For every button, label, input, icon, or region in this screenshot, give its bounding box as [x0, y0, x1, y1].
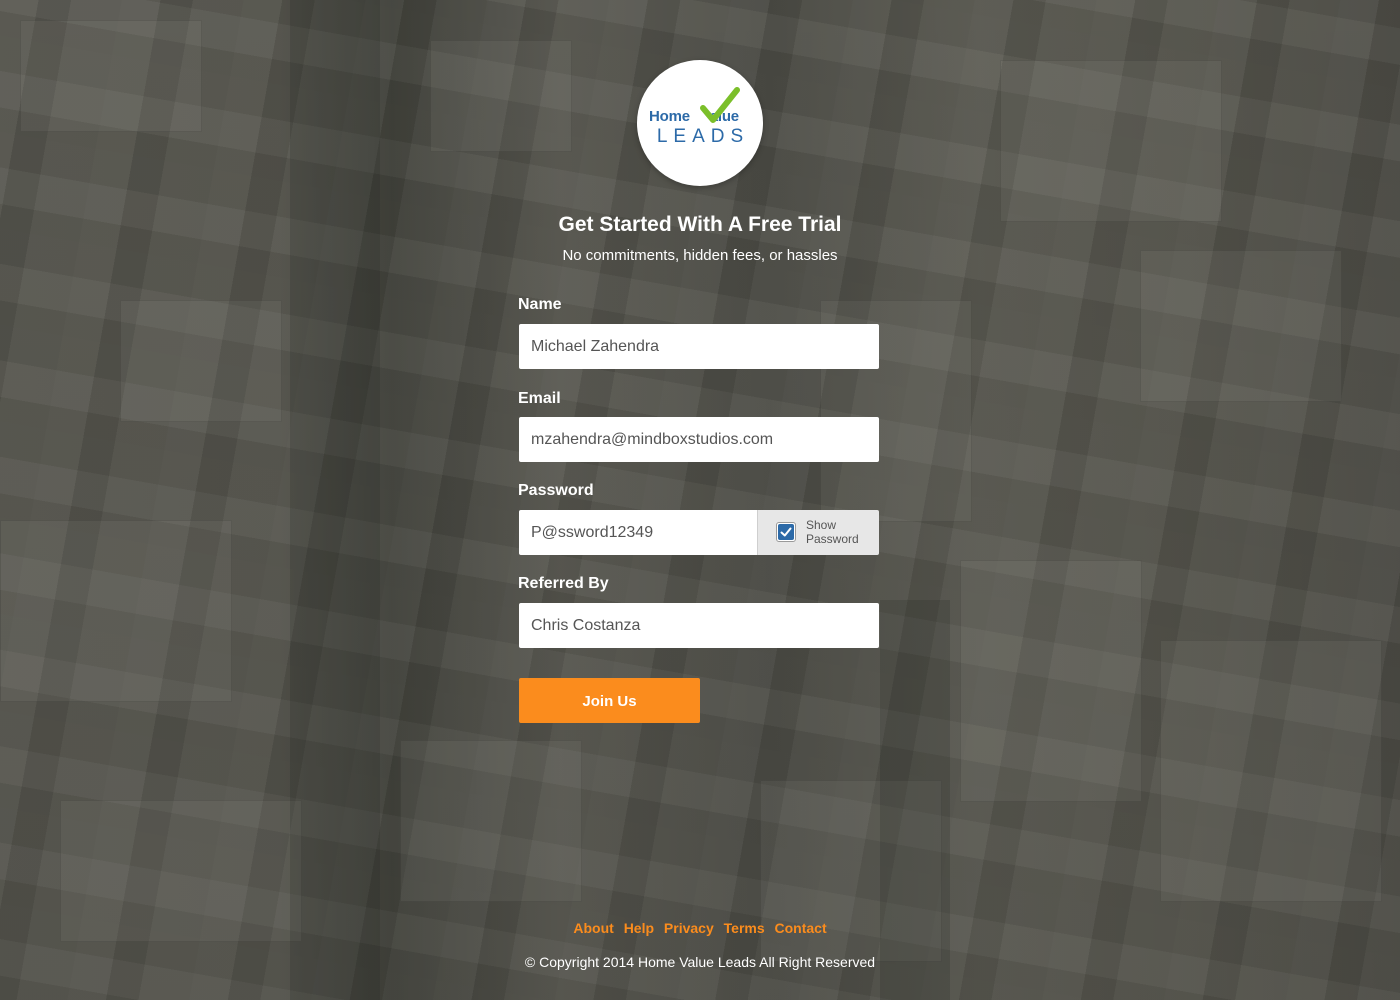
show-password-checkbox[interactable] [776, 522, 796, 542]
join-us-button[interactable]: Join Us [519, 678, 700, 723]
footer-link-privacy[interactable]: Privacy [664, 920, 714, 936]
signup-page: Home alue LEADS Get Started With A Free … [0, 0, 1400, 1000]
show-password-label: Show Password [806, 518, 859, 546]
footer-link-contact[interactable]: Contact [775, 920, 827, 936]
footer-link-help[interactable]: Help [624, 920, 654, 936]
checkbox-check-icon [778, 524, 794, 540]
name-label: Name [518, 296, 562, 313]
footer-link-about[interactable]: About [573, 920, 613, 936]
password-label: Password [518, 482, 594, 499]
password-field[interactable]: P@ssword12349 [519, 510, 757, 555]
logo-word-leads: LEADS [656, 126, 750, 147]
name-field[interactable]: Michael Zahendra [519, 324, 879, 369]
email-field[interactable]: mzahendra@mindboxstudios.com [519, 417, 879, 462]
checkmark-icon [700, 87, 740, 123]
copyright-text: © Copyright 2014 Home Value Leads All Ri… [524, 954, 876, 970]
show-password-toggle[interactable]: Show Password [757, 510, 879, 555]
footer-links: About Help Privacy Terms Contact [0, 920, 1400, 936]
page-title: Get Started With A Free Trial [558, 213, 842, 236]
footer-link-terms[interactable]: Terms [724, 920, 765, 936]
home-value-leads-logo: Home alue LEADS [637, 60, 763, 186]
email-label: Email [518, 390, 561, 407]
referred-by-label: Referred By [518, 575, 609, 592]
page-subtitle: No commitments, hidden fees, or hassles [562, 247, 838, 264]
referred-by-field[interactable]: Chris Costanza [519, 603, 879, 648]
